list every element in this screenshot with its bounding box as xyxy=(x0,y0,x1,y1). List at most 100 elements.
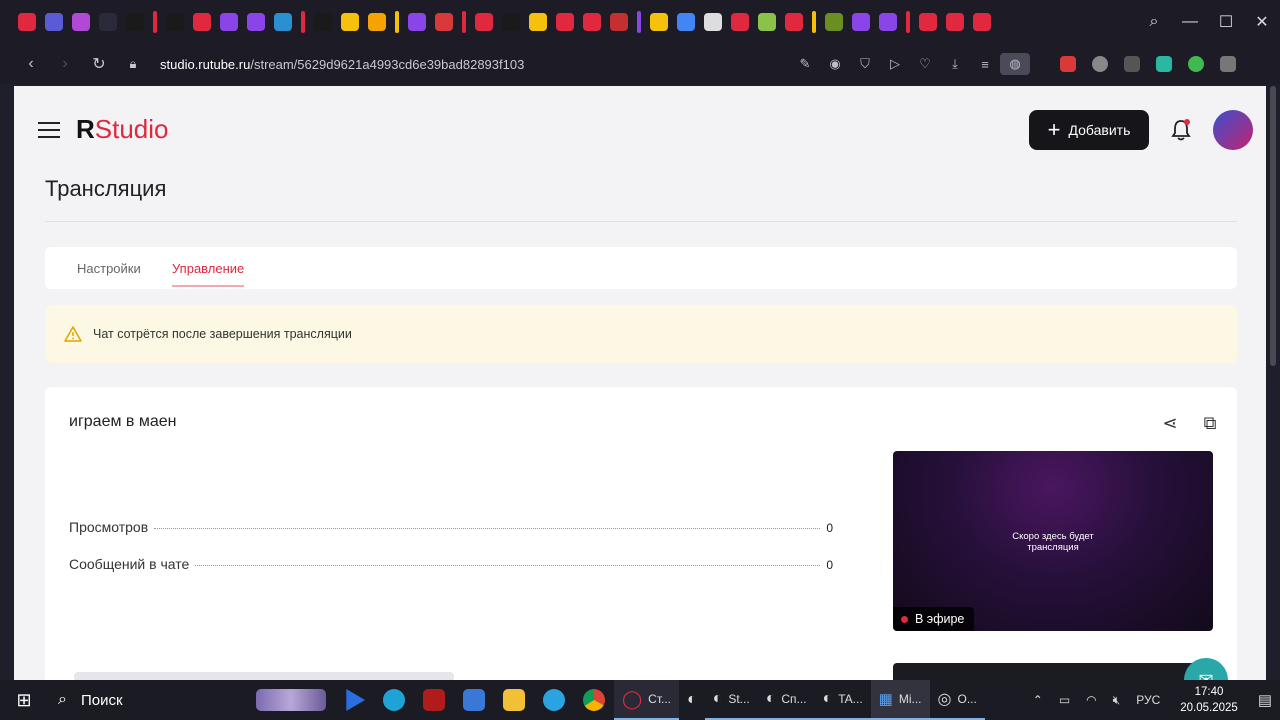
rutube-studio-logo[interactable]: RStudio xyxy=(76,114,169,145)
plus-icon: + xyxy=(1047,117,1061,142)
windows-taskbar: ⊞ ⌕ Поиск ◯ Ст... ◐ ◐ St... ◐ Сп... ◐ TA... ▦… xyxy=(0,680,1280,720)
calculator-icon[interactable] xyxy=(454,680,494,720)
browser-tab-favicon[interactable] xyxy=(879,13,897,31)
chrome-icon[interactable] xyxy=(574,680,614,720)
tray-expand-icon[interactable]: ⌃ xyxy=(1033,693,1043,707)
network-icon[interactable]: ◠ xyxy=(1086,693,1096,707)
stat-chat-messages: Сообщений в чате 0 xyxy=(69,556,833,572)
add-button[interactable]: + Добавить xyxy=(1029,110,1149,150)
browser-tab-favicon[interactable] xyxy=(973,13,991,31)
browser-tab-favicon[interactable] xyxy=(166,13,184,31)
tab-group-indicator xyxy=(301,11,305,33)
browser-tab-favicon[interactable] xyxy=(247,13,265,31)
preview-placeholder-text: Скоро здесь будет трансляция xyxy=(1012,531,1094,553)
forward-button[interactable]: › xyxy=(48,55,82,73)
warning-icon xyxy=(64,326,82,342)
profile-icon[interactable]: ◍ xyxy=(1000,53,1030,75)
browser-tab-favicon[interactable] xyxy=(785,13,803,31)
tabs-bar: Настройки Управление xyxy=(45,247,1237,289)
browser-tab-favicon[interactable] xyxy=(731,13,749,31)
browser-tab-favicon[interactable] xyxy=(502,13,520,31)
taskbar-app-steam[interactable]: ◐ St... xyxy=(704,680,758,720)
browser-tab-favicon[interactable] xyxy=(126,13,144,31)
tray-device-icon[interactable]: ▭ xyxy=(1059,693,1070,707)
open-external-icon[interactable]: ⧉ xyxy=(1190,413,1230,434)
volume-muted-icon[interactable]: 🔇︎ xyxy=(1113,693,1121,708)
lavender-widget-icon[interactable] xyxy=(248,680,334,720)
camera-icon[interactable]: ◉ xyxy=(820,56,850,72)
browser-tab-favicon[interactable] xyxy=(610,13,628,31)
extension-icon[interactable] xyxy=(1220,56,1236,72)
taskbar-app-opera[interactable]: ◯ Ст... xyxy=(614,680,679,720)
menu-icon[interactable]: ≡ xyxy=(970,57,1000,72)
browser-tab-favicon[interactable] xyxy=(825,13,843,31)
browser-tab-favicon[interactable] xyxy=(919,13,937,31)
avatar[interactable] xyxy=(1213,110,1253,150)
search-tabs-icon[interactable]: ⌕ xyxy=(1136,13,1172,31)
heart-icon[interactable]: ♡ xyxy=(910,56,940,72)
browser-tab-favicon[interactable] xyxy=(529,13,547,31)
telegram-icon[interactable] xyxy=(534,680,574,720)
notification-bell-icon[interactable] xyxy=(1170,118,1192,142)
browser-tab-favicon[interactable] xyxy=(475,13,493,31)
browser-tab-favicon[interactable] xyxy=(45,13,63,31)
browser-tab-favicon[interactable] xyxy=(72,13,90,31)
browser-tab-favicon[interactable] xyxy=(99,13,117,31)
reload-button[interactable]: ↻ xyxy=(82,54,116,74)
browser-tab-favicon[interactable] xyxy=(852,13,870,31)
tab-settings[interactable]: Настройки xyxy=(77,261,141,276)
play-icon[interactable]: ▷ xyxy=(880,56,910,72)
taskbar-app-store[interactable]: ▦ Mi... xyxy=(870,680,930,720)
browser-tab-favicon[interactable] xyxy=(408,13,426,31)
taskbar-search[interactable]: ⌕ Поиск xyxy=(48,680,248,720)
notifications-icon[interactable]: ▤ xyxy=(1258,691,1272,709)
minimize-button[interactable]: — xyxy=(1172,13,1208,31)
browser-tab-favicon[interactable] xyxy=(341,13,359,31)
browser-tab-favicon[interactable] xyxy=(314,13,332,31)
tab-management[interactable]: Управление xyxy=(172,261,245,287)
extension-icon[interactable] xyxy=(1156,56,1172,72)
share-icon[interactable]: ⋖ xyxy=(1150,413,1190,434)
app-icon[interactable] xyxy=(414,680,454,720)
language-indicator[interactable]: РУС xyxy=(1136,693,1160,707)
browser-tab-favicon[interactable] xyxy=(758,13,776,31)
windows-start-icon[interactable]: ⊞ xyxy=(0,690,48,711)
browser-tab-favicon[interactable] xyxy=(435,13,453,31)
browser-tab-favicon[interactable] xyxy=(368,13,386,31)
browser-tab-favicon[interactable] xyxy=(704,13,722,31)
clock[interactable]: 17:40 20.05.2025 xyxy=(1180,684,1238,716)
edit-icon[interactable]: ✎ xyxy=(790,56,820,72)
url-field[interactable]: studio.rutube.ru/stream/5629d9621a4993cd… xyxy=(160,57,524,72)
tab-group-indicator xyxy=(637,11,641,33)
browser-tab-favicon[interactable] xyxy=(274,13,292,31)
file-explorer-icon[interactable] xyxy=(494,680,534,720)
back-button[interactable]: ‹ xyxy=(14,55,48,73)
browser-tab-favicon[interactable] xyxy=(946,13,964,31)
browser-tab-favicon[interactable] xyxy=(193,13,211,31)
shield-icon[interactable]: ⛉ xyxy=(850,56,880,72)
close-window-button[interactable]: ✕ xyxy=(1244,12,1280,32)
edge-icon[interactable] xyxy=(374,680,414,720)
media-player-icon[interactable] xyxy=(334,680,374,720)
extension-icon[interactable] xyxy=(1188,56,1204,72)
tab-group-indicator xyxy=(462,11,466,33)
maximize-button[interactable]: ☐ xyxy=(1208,12,1244,32)
taskbar-app-steam[interactable]: ◐ TA... xyxy=(814,680,871,720)
taskbar-app-steam[interactable]: ◐ Сп... xyxy=(757,680,815,720)
download-icon[interactable]: ⤓ xyxy=(940,56,970,72)
browser-tab-favicon[interactable] xyxy=(650,13,668,31)
browser-tab-favicon[interactable] xyxy=(556,13,574,31)
taskbar-app-obs[interactable]: ◎ O... xyxy=(929,680,985,720)
browser-tab-favicon[interactable] xyxy=(583,13,601,31)
extension-icon[interactable] xyxy=(1060,56,1076,72)
extension-icon[interactable] xyxy=(1124,56,1140,72)
browser-tab-favicon[interactable] xyxy=(677,13,695,31)
hamburger-menu-icon[interactable] xyxy=(38,122,60,143)
scrollbar[interactable] xyxy=(1266,86,1280,680)
browser-tab-favicon[interactable] xyxy=(18,13,36,31)
taskbar-app-steam[interactable]: ◐ xyxy=(679,680,705,720)
stream-preview[interactable]: Скоро здесь будет трансляция В эфире xyxy=(893,451,1213,631)
sidebar-strip xyxy=(0,86,14,680)
browser-tab-favicon[interactable] xyxy=(220,13,238,31)
extension-icon[interactable] xyxy=(1092,56,1108,72)
